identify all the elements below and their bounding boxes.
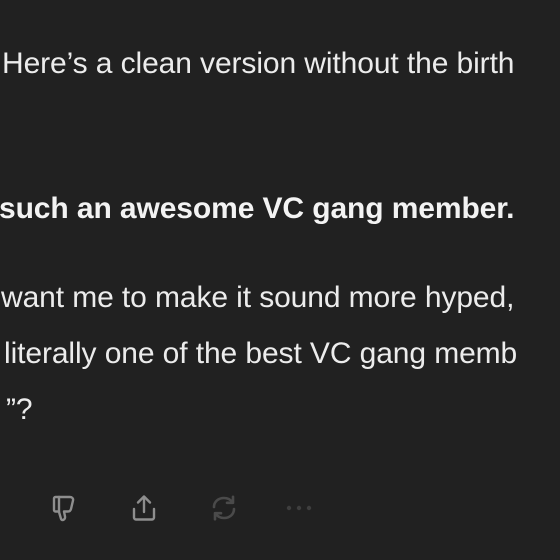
regenerate-button[interactable] bbox=[204, 488, 244, 528]
more-options-icon bbox=[285, 504, 313, 512]
regenerate-icon bbox=[208, 493, 240, 523]
message-question-line-2: literally one of the best VC gang memb bbox=[4, 337, 518, 370]
share-button[interactable] bbox=[124, 488, 164, 528]
message-question-line-1: want me to make it sound more hyped, bbox=[1, 281, 515, 314]
thumbs-down-icon bbox=[50, 493, 78, 523]
message-bold-line: such an awesome VC gang member. bbox=[0, 192, 515, 225]
message-intro: Here’s a clean version without the birth bbox=[2, 47, 515, 80]
message-actions-bar bbox=[44, 488, 314, 528]
share-icon bbox=[129, 493, 159, 523]
dislike-button[interactable] bbox=[44, 488, 84, 528]
more-options-button[interactable] bbox=[284, 488, 314, 528]
message-question-line-3: ”? bbox=[6, 393, 33, 426]
